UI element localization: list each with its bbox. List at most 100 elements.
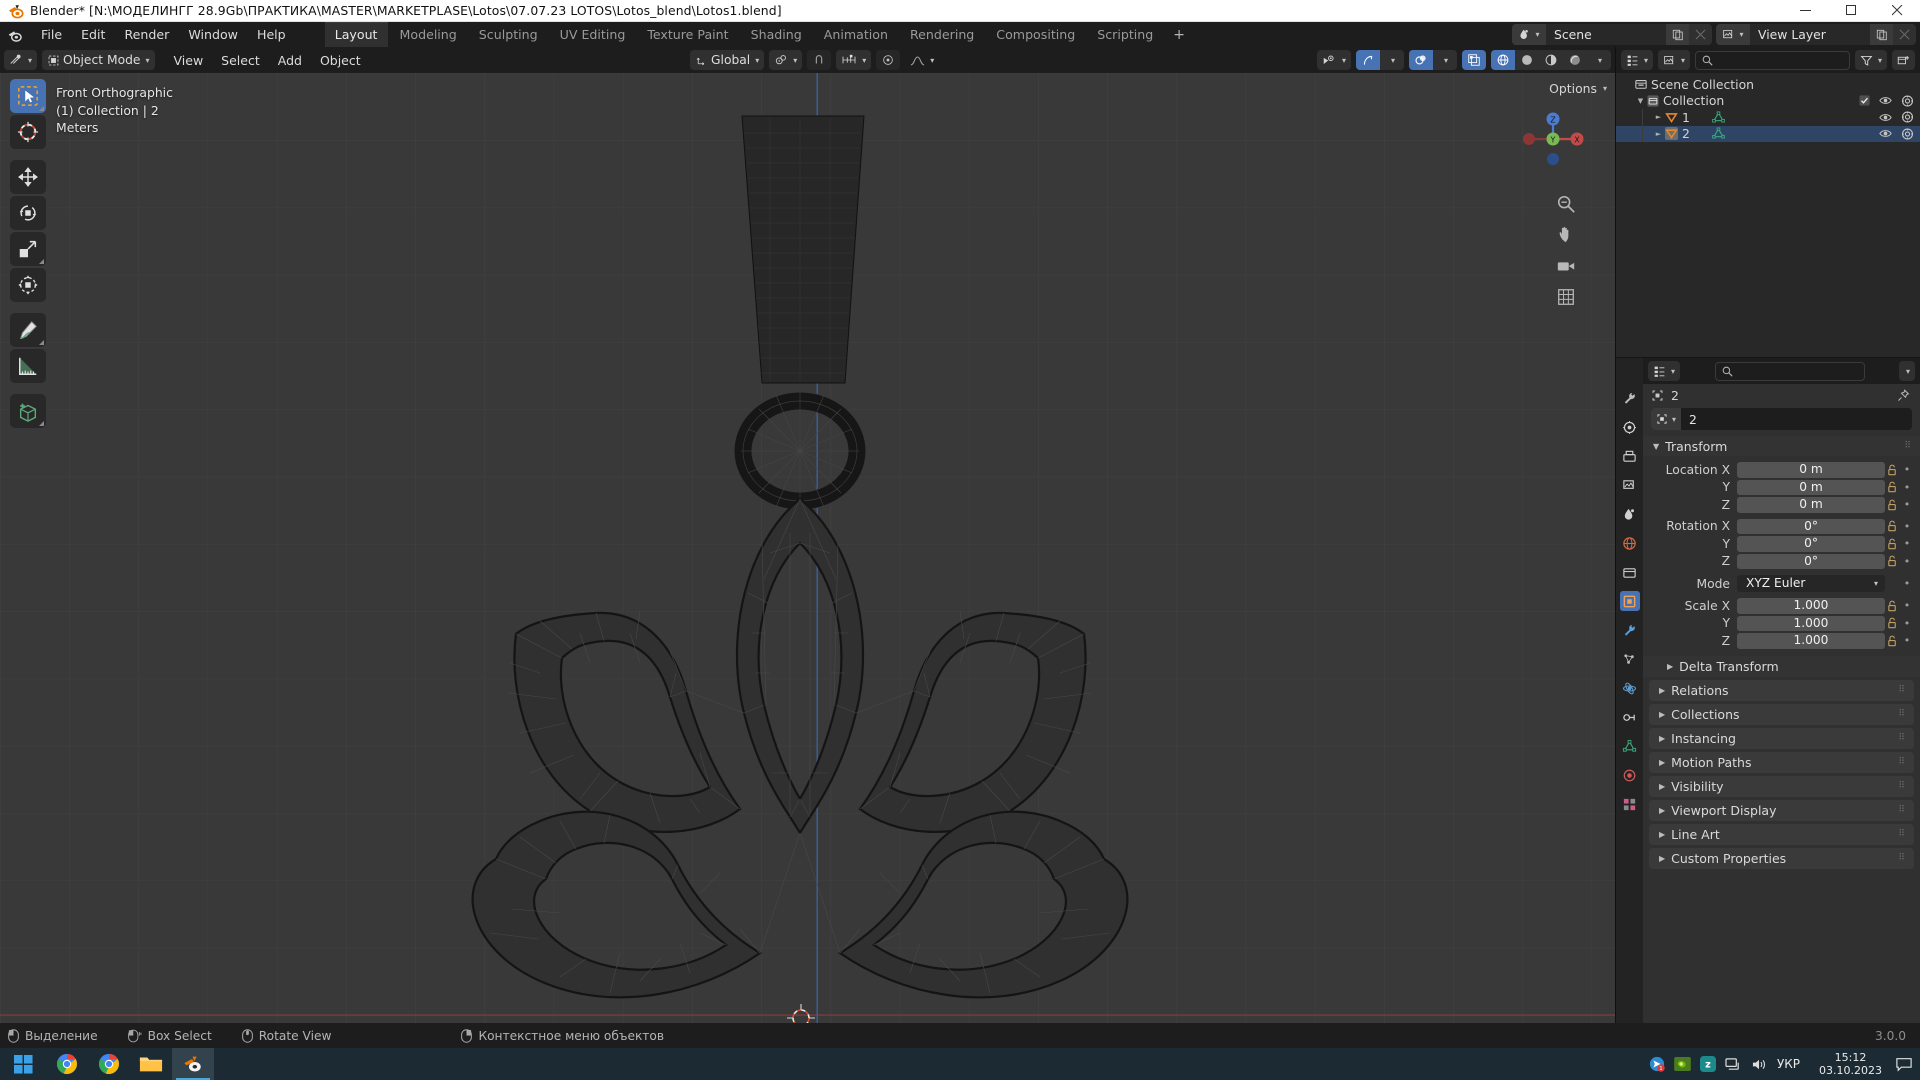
- tab-world-properties[interactable]: [1620, 533, 1640, 553]
- zoom-view-button[interactable]: [1553, 191, 1579, 217]
- overlay-options-dropdown[interactable]: ▾: [1433, 50, 1457, 70]
- properties-options-dropdown[interactable]: ▾: [1898, 361, 1915, 381]
- tab-output-properties[interactable]: [1620, 446, 1640, 466]
- wireframe-shading-button[interactable]: [1491, 50, 1515, 70]
- outliner-search-input[interactable]: [1695, 50, 1850, 70]
- lock-icon[interactable]: [1885, 499, 1900, 511]
- field-value[interactable]: 0°: [1737, 518, 1885, 534]
- menu-edit[interactable]: Edit: [72, 24, 114, 45]
- remove-view-layer-button[interactable]: [1893, 24, 1916, 45]
- add-workspace-button[interactable]: +: [1165, 24, 1193, 46]
- properties-editor-type-selector[interactable]: ▾: [1648, 361, 1681, 381]
- proportional-falloff-selector[interactable]: ▾: [905, 50, 939, 70]
- expand-toggle[interactable]: ►: [1652, 113, 1665, 121]
- navigation-gizmo[interactable]: Z X Y: [1519, 105, 1587, 173]
- expand-toggle[interactable]: ►: [1652, 130, 1665, 138]
- close-button[interactable]: [1874, 0, 1920, 22]
- field-location-x[interactable]: Location X 0 m •: [1649, 461, 1914, 479]
- taskbar-clock[interactable]: 15:12 03.10.2023: [1809, 1051, 1892, 1077]
- field-value[interactable]: 0°: [1737, 536, 1885, 552]
- panel-header-viewport-display[interactable]: ▶ Viewport Display ⠿: [1649, 799, 1914, 821]
- outliner-filter-button[interactable]: ▾: [1854, 50, 1887, 70]
- camera-render-icon[interactable]: [1901, 128, 1914, 140]
- tab-render-properties[interactable]: [1620, 417, 1640, 437]
- transform-orientation-selector[interactable]: Global ▾: [690, 50, 765, 70]
- panel-header-delta-transform[interactable]: ▶ Delta Transform: [1643, 655, 1920, 677]
- viewport-menu-select[interactable]: Select: [213, 51, 268, 70]
- eye-icon[interactable]: [1879, 112, 1892, 123]
- tab-scene-properties[interactable]: [1620, 504, 1640, 524]
- volume-icon[interactable]: [1751, 1057, 1768, 1072]
- show-gizmo-button[interactable]: [1356, 50, 1380, 70]
- tab-material-properties[interactable]: [1620, 765, 1640, 785]
- proportional-edit-toggle[interactable]: [876, 50, 901, 70]
- menu-help[interactable]: Help: [248, 24, 295, 45]
- new-scene-button[interactable]: [1666, 24, 1689, 45]
- eye-icon[interactable]: [1879, 128, 1892, 139]
- animate-property-dot[interactable]: •: [1900, 555, 1914, 568]
- tab-object-properties[interactable]: [1619, 591, 1640, 611]
- outliner-row-collection[interactable]: ▼ Collection: [1616, 93, 1920, 110]
- pin-icon[interactable]: [1897, 388, 1910, 402]
- tool-annotate[interactable]: [10, 313, 46, 347]
- outliner-new-collection-button[interactable]: [1892, 50, 1915, 70]
- interaction-mode-selector[interactable]: Object Mode ▾: [42, 50, 155, 70]
- field-value[interactable]: 1.000: [1737, 615, 1885, 631]
- viewport-menu-add[interactable]: Add: [270, 51, 310, 70]
- outliner-row-object-2[interactable]: ► 2: [1616, 125, 1920, 142]
- animate-property-dot[interactable]: •: [1900, 463, 1914, 476]
- tool-move[interactable]: [10, 160, 46, 194]
- field-rotation-y[interactable]: Y 0° •: [1649, 535, 1914, 553]
- tab-texture-paint[interactable]: Texture Paint: [637, 23, 738, 47]
- field-rotation-mode[interactable]: Mode XYZ Euler ▾ •: [1649, 574, 1914, 593]
- snap-settings-selector[interactable]: ▾: [836, 50, 872, 70]
- field-scale-z[interactable]: Z 1.000 •: [1649, 632, 1914, 650]
- panel-header-line-art[interactable]: ▶ Line Art ⠿: [1649, 823, 1914, 845]
- unlink-scene-button[interactable]: [1689, 24, 1712, 45]
- field-scale-x[interactable]: Scale X 1.000 •: [1649, 597, 1914, 615]
- field-scale-y[interactable]: Y 1.000 •: [1649, 615, 1914, 633]
- properties-panel-list[interactable]: 2 ▾ 2 ▼ Transform ⠿ Location X 0 m • Y 0…: [1643, 384, 1920, 1023]
- field-value[interactable]: 1.000: [1737, 633, 1885, 649]
- outliner-row-object-1[interactable]: ► 1: [1616, 109, 1920, 126]
- tab-layout[interactable]: Layout: [324, 22, 388, 47]
- tab-texture-properties[interactable]: [1620, 794, 1640, 814]
- tool-measure[interactable]: [10, 349, 46, 383]
- network-icon[interactable]: [1725, 1057, 1742, 1072]
- mesh-data-icon[interactable]: [1712, 127, 1725, 140]
- lock-icon[interactable]: [1885, 617, 1900, 629]
- tab-uv-editing[interactable]: UV Editing: [550, 23, 636, 47]
- new-view-layer-button[interactable]: [1870, 24, 1893, 45]
- camera-render-icon[interactable]: [1901, 95, 1914, 107]
- tab-shading[interactable]: Shading: [741, 23, 812, 47]
- viewport-menu-object[interactable]: Object: [312, 51, 369, 70]
- minimize-button[interactable]: [1782, 0, 1828, 22]
- animate-property-dot[interactable]: •: [1900, 481, 1914, 494]
- tab-modeling[interactable]: Modeling: [390, 23, 467, 47]
- tab-rendering[interactable]: Rendering: [900, 23, 984, 47]
- tab-physics-properties[interactable]: [1620, 678, 1640, 698]
- camera-view-button[interactable]: [1553, 253, 1579, 279]
- properties-search-input[interactable]: [1714, 361, 1865, 381]
- lock-icon[interactable]: [1885, 481, 1900, 493]
- lock-icon[interactable]: [1885, 464, 1900, 476]
- tool-rotate[interactable]: [10, 196, 46, 230]
- panel-header-relations[interactable]: ▶ Relations ⠿: [1649, 679, 1914, 701]
- panel-header-visibility[interactable]: ▶ Visibility ⠿: [1649, 775, 1914, 797]
- toggle-orthographic-button[interactable]: [1553, 284, 1579, 310]
- tool-transform[interactable]: [10, 268, 46, 302]
- tab-tool-properties[interactable]: [1620, 388, 1640, 408]
- action-center-button[interactable]: [1892, 1057, 1916, 1072]
- animate-property-dot[interactable]: •: [1900, 537, 1914, 550]
- animate-property-dot[interactable]: •: [1900, 577, 1914, 590]
- field-location-y[interactable]: Y 0 m •: [1649, 479, 1914, 497]
- panel-header-instancing[interactable]: ▶ Instancing ⠿: [1649, 727, 1914, 749]
- xray-toggle-button[interactable]: [1462, 50, 1486, 70]
- expand-toggle[interactable]: ▼: [1634, 97, 1647, 105]
- nvidia-icon[interactable]: [1674, 1057, 1691, 1071]
- viewport-options-button[interactable]: Options ▾: [1549, 81, 1607, 96]
- tab-compositing[interactable]: Compositing: [986, 23, 1085, 47]
- animate-property-dot[interactable]: •: [1900, 617, 1914, 630]
- field-value[interactable]: 0 m: [1737, 497, 1885, 513]
- rendered-shading-button[interactable]: [1563, 50, 1587, 70]
